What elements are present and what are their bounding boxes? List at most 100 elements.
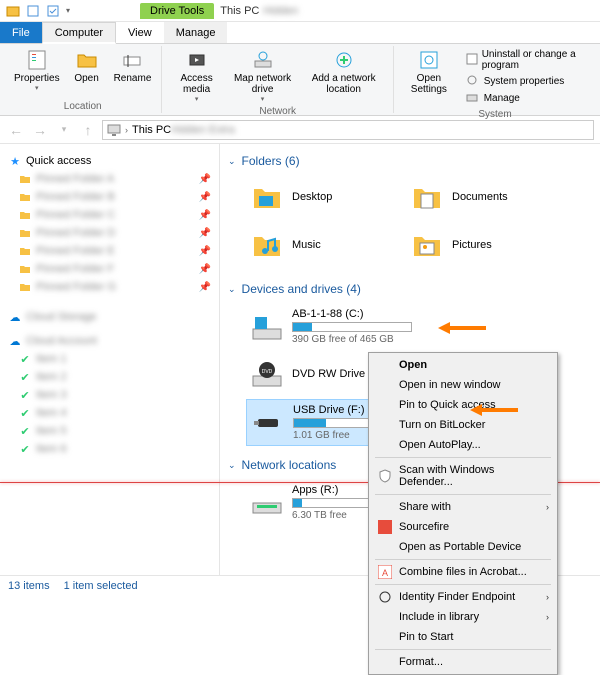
ctx-sourcefire[interactable]: Sourcefire bbox=[371, 517, 555, 537]
ctx-open-portable[interactable]: Open as Portable Device bbox=[371, 537, 555, 557]
pin-icon: 📌 bbox=[199, 228, 211, 239]
cloud-sub-header[interactable]: ☁ Cloud Account bbox=[4, 332, 215, 350]
sidebar-pinned-item[interactable]: Pinned Folder D📌 bbox=[4, 224, 215, 242]
uninstall-icon bbox=[466, 53, 478, 67]
ctx-bitlocker[interactable]: Turn on BitLocker bbox=[371, 415, 555, 435]
media-icon bbox=[185, 48, 209, 72]
history-dropdown[interactable]: ▾ bbox=[54, 120, 74, 140]
ctx-windows-defender[interactable]: Scan with Windows Defender... bbox=[371, 460, 555, 492]
up-button[interactable]: ↑ bbox=[78, 120, 98, 140]
ctx-pin-quick-access[interactable]: Pin to Quick access bbox=[371, 395, 555, 415]
tab-computer[interactable]: Computer bbox=[42, 22, 116, 44]
acrobat-icon: A bbox=[377, 564, 393, 580]
sidebar-pinned-item[interactable]: Pinned Folder A📌 bbox=[4, 170, 215, 188]
folder-music[interactable]: Music bbox=[246, 224, 386, 266]
chevron-right-icon: › bbox=[546, 592, 549, 602]
sync-check-icon: ✔ bbox=[18, 352, 32, 366]
sidebar-cloud-item[interactable]: ✔Item 4 bbox=[4, 404, 215, 422]
sidebar-pinned-item[interactable]: Pinned Folder E📌 bbox=[4, 242, 215, 260]
map-drive-button[interactable]: Map network drive ▾ bbox=[227, 46, 299, 105]
section-folders-header[interactable]: ⌄ Folders (6) bbox=[228, 150, 592, 172]
rename-button[interactable]: Rename bbox=[110, 46, 156, 86]
chevron-down-icon: ⌄ bbox=[228, 156, 236, 167]
pin-icon: 📌 bbox=[199, 264, 211, 275]
ctx-open-new-window[interactable]: Open in new window bbox=[371, 375, 555, 395]
svg-text:A: A bbox=[382, 568, 388, 578]
sidebar-pinned-item[interactable]: Pinned Folder C📌 bbox=[4, 206, 215, 224]
open-settings-button[interactable]: Open Settings bbox=[400, 46, 458, 97]
sidebar-cloud-item[interactable]: ✔Item 1 bbox=[4, 350, 215, 368]
quick-access-header[interactable]: ★ Quick access bbox=[4, 152, 215, 170]
folder-icon bbox=[18, 172, 32, 186]
shield-icon bbox=[377, 468, 393, 484]
ctx-identity-finder[interactable]: Identity Finder Endpoint › bbox=[371, 587, 555, 607]
chevron-right-icon: › bbox=[546, 502, 549, 512]
tab-view[interactable]: View bbox=[116, 22, 164, 43]
ctx-format[interactable]: Format... bbox=[371, 652, 555, 672]
ctx-include-library[interactable]: Include in library › bbox=[371, 607, 555, 627]
drive-c[interactable]: AB-1-1-88 (C:) 390 GB free of 465 GB bbox=[246, 304, 416, 349]
sidebar-pinned-item[interactable]: Pinned Folder G📌 bbox=[4, 278, 215, 296]
sync-check-icon: ✔ bbox=[18, 406, 32, 420]
properties-button[interactable]: Properties ▾ bbox=[10, 46, 64, 94]
context-menu: Open Open in new window Pin to Quick acc… bbox=[368, 352, 558, 675]
back-button[interactable]: ← bbox=[6, 120, 26, 140]
sync-check-icon: ✔ bbox=[18, 388, 32, 402]
ctx-pin-start[interactable]: Pin to Start bbox=[371, 627, 555, 647]
cloud-icon: ☁ bbox=[8, 334, 22, 348]
add-location-button[interactable]: Add a network location bbox=[300, 46, 387, 97]
ctx-share-with[interactable]: Share with › bbox=[371, 497, 555, 517]
tab-file[interactable]: File bbox=[0, 22, 42, 43]
breadcrumb-item[interactable]: This PC bbox=[132, 124, 171, 136]
sidebar-pinned-item[interactable]: Pinned Folder F📌 bbox=[4, 260, 215, 278]
rename-icon bbox=[120, 48, 144, 72]
sync-check-icon: ✔ bbox=[18, 370, 32, 384]
manage-icon bbox=[466, 91, 480, 105]
star-icon: ★ bbox=[8, 154, 22, 168]
uninstall-button[interactable]: Uninstall or change a program bbox=[464, 48, 586, 72]
ribbon-group-label: Network bbox=[259, 105, 296, 118]
sync-check-icon: ✔ bbox=[18, 442, 32, 456]
sidebar-pinned-item[interactable]: Pinned Folder B📌 bbox=[4, 188, 215, 206]
tab-manage[interactable]: Manage bbox=[164, 22, 228, 43]
folder-desktop[interactable]: Desktop bbox=[246, 176, 386, 218]
access-media-button[interactable]: Access media ▾ bbox=[168, 46, 224, 105]
cloud-header[interactable]: ☁ Cloud Storage bbox=[4, 308, 215, 326]
forward-button[interactable]: → bbox=[30, 120, 50, 140]
sidebar-cloud-item[interactable]: ✔Item 6 bbox=[4, 440, 215, 458]
folder-pictures[interactable]: Pictures bbox=[406, 224, 546, 266]
sidebar-cloud-item[interactable]: ✔Item 2 bbox=[4, 368, 215, 386]
open-button[interactable]: Open bbox=[66, 46, 108, 86]
chevron-down-icon: ⌄ bbox=[228, 284, 236, 295]
properties-icon bbox=[25, 48, 49, 72]
qat-item[interactable] bbox=[44, 2, 62, 20]
ctx-open[interactable]: Open bbox=[371, 355, 555, 375]
pin-icon: 📌 bbox=[199, 174, 211, 185]
contextual-tab-label: Drive Tools bbox=[140, 3, 214, 19]
breadcrumb[interactable]: › This PC Hidden Extra bbox=[102, 120, 594, 140]
chevron-down-icon: ▾ bbox=[261, 95, 265, 103]
sidebar-cloud-item[interactable]: ✔Item 3 bbox=[4, 386, 215, 404]
ctx-combine-acrobat[interactable]: A Combine files in Acrobat... bbox=[371, 562, 555, 582]
folder-icon bbox=[410, 228, 444, 262]
sidebar-cloud-item[interactable]: ✔Item 5 bbox=[4, 422, 215, 440]
folder-icon bbox=[18, 190, 32, 204]
pin-icon: 📌 bbox=[199, 192, 211, 203]
chevron-down-icon: ⌄ bbox=[228, 460, 236, 471]
folder-icon bbox=[250, 180, 284, 214]
system-properties-button[interactable]: System properties bbox=[464, 73, 586, 89]
qat-dropdown-icon[interactable]: ▾ bbox=[66, 6, 70, 15]
sourcefire-icon bbox=[377, 519, 393, 535]
qat-item[interactable] bbox=[24, 2, 42, 20]
folder-documents[interactable]: Documents bbox=[406, 176, 546, 218]
folders-grid: Desktop Documents Music Pictures bbox=[228, 172, 592, 278]
pc-icon bbox=[107, 123, 121, 137]
pin-icon: 📌 bbox=[199, 282, 211, 293]
folder-icon bbox=[410, 180, 444, 214]
folder-icon bbox=[18, 244, 32, 258]
ctx-open-autoplay[interactable]: Open AutoPlay... bbox=[371, 435, 555, 455]
manage-button[interactable]: Manage bbox=[464, 90, 586, 106]
sync-check-icon: ✔ bbox=[18, 424, 32, 438]
cloud-icon: ☁ bbox=[8, 310, 22, 324]
section-drives-header[interactable]: ⌄ Devices and drives (4) bbox=[228, 278, 592, 300]
